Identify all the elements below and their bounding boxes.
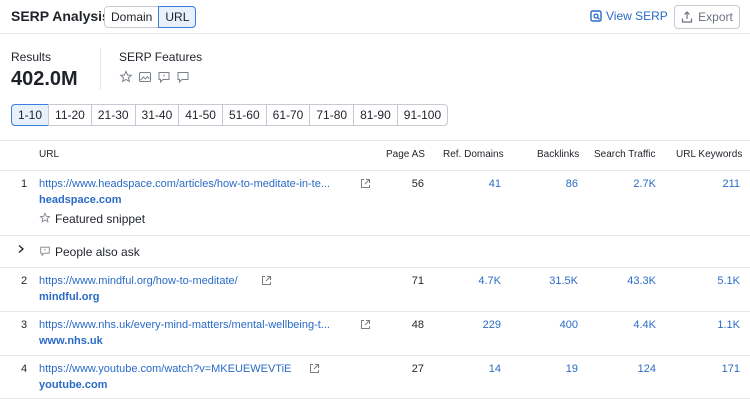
- people-also-ask-icon: [40, 246, 50, 257]
- people-also-ask-icon[interactable]: [157, 70, 171, 84]
- url-keywords-link[interactable]: 171: [686, 363, 740, 375]
- ref-domains-link[interactable]: 229: [447, 319, 501, 331]
- page-51-60[interactable]: 51-60: [221, 104, 267, 126]
- row-divider: [0, 355, 750, 356]
- export-icon: [682, 11, 693, 23]
- backlinks-link[interactable]: 86: [524, 178, 578, 190]
- search-traffic-link[interactable]: 124: [602, 363, 656, 375]
- row-index: 4: [21, 363, 28, 375]
- search-traffic-link[interactable]: 4.4K: [602, 319, 656, 331]
- serp-features-icons: [119, 70, 190, 84]
- image-pack-icon[interactable]: [138, 70, 152, 84]
- people-also-ask-label: People also ask: [55, 245, 140, 259]
- export-button[interactable]: Export: [674, 5, 740, 29]
- ref-domains-link[interactable]: 41: [447, 178, 501, 190]
- row-index: 3: [21, 319, 28, 331]
- view-serp-label: View SERP: [606, 9, 668, 23]
- row-url-link[interactable]: https://www.headspace.com/articles/how-t…: [39, 178, 357, 190]
- ref-domains-link[interactable]: 14: [447, 363, 501, 375]
- view-serp-link[interactable]: View SERP: [590, 9, 668, 23]
- col-header-backlinks[interactable]: Backlinks: [537, 149, 579, 160]
- serp-icon: [590, 10, 602, 22]
- backlinks-link[interactable]: 19: [524, 363, 578, 375]
- row-url-link[interactable]: https://www.mindful.org/how-to-meditate/: [39, 275, 259, 287]
- page-41-50[interactable]: 41-50: [178, 104, 223, 126]
- row-divider: [0, 267, 750, 268]
- row-domain-link[interactable]: mindful.org: [39, 291, 100, 303]
- url-keywords-link[interactable]: 211: [686, 178, 740, 190]
- col-header-url[interactable]: URL: [39, 149, 59, 160]
- featured-snippet-icon[interactable]: [119, 70, 133, 84]
- page-1-10[interactable]: 1-10: [11, 104, 50, 126]
- pagination: 1-10 11-20 21-30 31-40 41-50 51-60 61-70…: [11, 104, 449, 126]
- search-traffic-link[interactable]: 2.7K: [602, 178, 656, 190]
- export-label: Export: [698, 10, 733, 24]
- url-toggle[interactable]: URL: [158, 6, 197, 28]
- backlinks-link[interactable]: 400: [524, 319, 578, 331]
- reviews-icon[interactable]: [176, 70, 190, 84]
- row-domain-link[interactable]: headspace.com: [39, 194, 122, 206]
- col-header-ref-domains[interactable]: Ref. Domains: [443, 149, 504, 160]
- page-71-80[interactable]: 71-80: [309, 104, 355, 126]
- backlinks-link[interactable]: 31.5K: [524, 275, 578, 287]
- featured-snippet-icon: [39, 212, 51, 223]
- ref-domains-link[interactable]: 4.7K: [447, 275, 501, 287]
- serp-feature-label: Featured snippet: [55, 212, 146, 226]
- page-as-value: 71: [411, 275, 424, 287]
- mode-segmented-control: Domain URL: [104, 6, 197, 28]
- results-value: 402.0M: [11, 68, 78, 90]
- page-as-value: 48: [411, 319, 424, 331]
- page-21-30[interactable]: 21-30: [90, 104, 136, 126]
- page-as-value: 27: [411, 363, 424, 375]
- header-divider: [0, 170, 750, 171]
- url-keywords-link[interactable]: 1.1K: [686, 319, 740, 331]
- page-61-70[interactable]: 61-70: [265, 104, 311, 126]
- page-31-40[interactable]: 31-40: [134, 104, 180, 126]
- row-divider: [0, 235, 750, 236]
- external-link-icon[interactable]: [309, 363, 320, 374]
- search-traffic-link[interactable]: 43.3K: [602, 275, 656, 287]
- page-81-90[interactable]: 81-90: [353, 104, 398, 126]
- serp-features-label: SERP Features: [119, 50, 203, 64]
- page-title: SERP Analysis: [11, 8, 110, 24]
- external-link-icon[interactable]: [261, 275, 272, 286]
- col-header-url-keywords[interactable]: URL Keywords: [676, 149, 742, 160]
- row-index: 1: [21, 178, 28, 190]
- page-as-value: 56: [411, 178, 424, 190]
- page-11-20[interactable]: 11-20: [48, 104, 92, 126]
- row-url-link[interactable]: https://www.youtube.com/watch?v=MKEUEWEV…: [39, 363, 307, 375]
- row-index: 2: [21, 275, 28, 287]
- url-keywords-link[interactable]: 5.1K: [686, 275, 740, 287]
- chevron-right-icon[interactable]: [16, 244, 26, 254]
- domain-toggle[interactable]: Domain: [104, 6, 160, 28]
- row-domain-link[interactable]: www.nhs.uk: [39, 335, 103, 347]
- col-header-search-traffic[interactable]: Search Traffic: [594, 149, 656, 160]
- row-divider: [0, 398, 750, 399]
- row-domain-link[interactable]: youtube.com: [39, 379, 107, 391]
- page-91-100[interactable]: 91-100: [396, 104, 449, 126]
- results-label: Results: [11, 50, 52, 64]
- table-top-divider: [0, 140, 750, 141]
- row-divider: [0, 311, 750, 312]
- stats-divider: [100, 48, 101, 90]
- row-url-link[interactable]: https://www.nhs.uk/every-mind-matters/me…: [39, 319, 357, 331]
- header-bar: SERP Analysis Domain URL View SERP Expor…: [0, 0, 750, 34]
- col-header-page-as[interactable]: Page AS: [386, 149, 425, 160]
